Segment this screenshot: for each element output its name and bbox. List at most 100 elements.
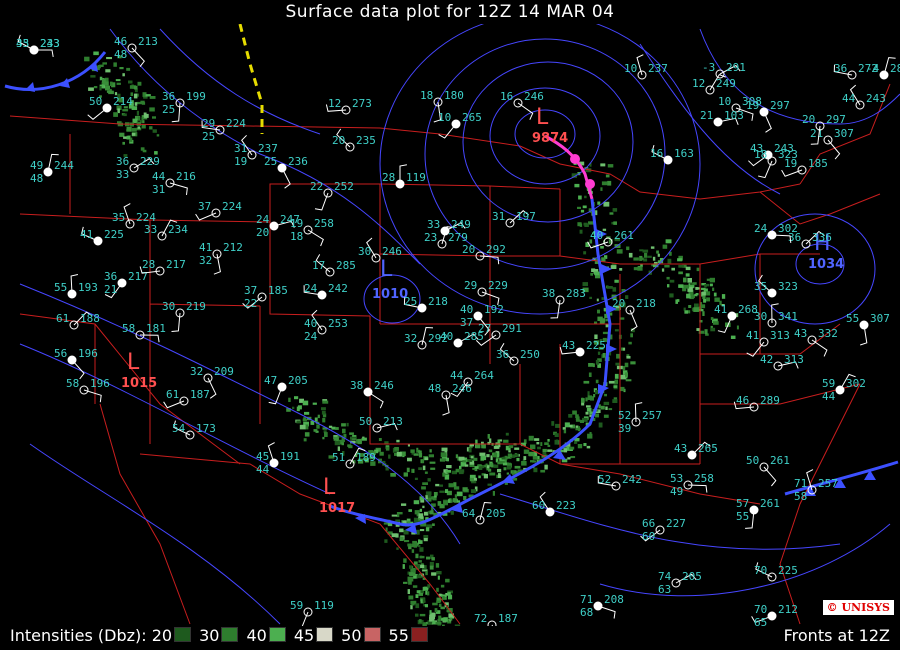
radar-echo bbox=[116, 82, 121, 85]
station-plot: 20 218 bbox=[612, 297, 656, 331]
station-pressure: 246 bbox=[524, 90, 544, 103]
station-temperature: 50 bbox=[359, 415, 372, 428]
radar-echo bbox=[596, 298, 599, 302]
station-pressure: 205 bbox=[288, 374, 308, 387]
radar-echo bbox=[399, 528, 404, 533]
radar-echo bbox=[445, 470, 451, 473]
station-pressure: 261 bbox=[760, 497, 780, 510]
fronts-label: Fronts at 12Z bbox=[783, 626, 890, 645]
radar-echo bbox=[102, 62, 107, 65]
station-pressure: 313 bbox=[770, 329, 790, 342]
radar-echo bbox=[589, 296, 592, 299]
radar-echo bbox=[587, 391, 590, 396]
station-pressure: 246 bbox=[374, 379, 394, 392]
radar-echo bbox=[342, 428, 346, 434]
station-pressure: 291 bbox=[502, 322, 522, 335]
station-temperature: 44 bbox=[152, 170, 166, 183]
station-dewpoint: 31 bbox=[152, 183, 165, 196]
page-title: Surface data plot for 12Z 14 MAR 04 bbox=[285, 2, 615, 22]
radar-echo bbox=[586, 405, 591, 408]
radar-echo bbox=[615, 362, 620, 366]
station-pressure: 291 bbox=[726, 61, 746, 74]
station-dewpoint: 37 bbox=[460, 316, 473, 329]
radar-echo bbox=[475, 444, 481, 449]
radar-echo bbox=[407, 457, 412, 462]
station-pressure: 244 bbox=[54, 159, 74, 172]
radar-echo bbox=[483, 474, 488, 479]
radar-echo bbox=[431, 572, 437, 576]
station-pressure: 237 bbox=[258, 142, 278, 155]
radar-echo bbox=[628, 341, 632, 345]
radar-echo bbox=[422, 482, 428, 485]
radar-echo bbox=[605, 318, 608, 322]
station-pressure: 235 bbox=[356, 134, 376, 147]
radar-echo bbox=[416, 590, 421, 594]
radar-echo bbox=[688, 305, 692, 308]
station-temperature: 41 bbox=[199, 241, 212, 254]
radar-echo bbox=[696, 328, 700, 331]
wind-barb bbox=[479, 255, 500, 265]
station-dewpoint: 21 bbox=[104, 283, 117, 296]
radar-echo bbox=[418, 619, 422, 623]
radar-echo bbox=[322, 417, 326, 423]
radar-echo bbox=[589, 432, 592, 437]
radar-echo bbox=[508, 450, 511, 453]
radar-echo bbox=[134, 102, 138, 106]
radar-echo bbox=[609, 212, 614, 215]
radar-echo bbox=[486, 454, 490, 458]
radar-echo bbox=[429, 461, 436, 464]
radar-echo bbox=[429, 610, 432, 615]
low-center-value: 9874 bbox=[532, 131, 568, 146]
radar-echo bbox=[622, 366, 626, 371]
station-plot: 58 181 bbox=[122, 322, 166, 343]
radar-echo bbox=[304, 432, 310, 437]
radar-echo bbox=[415, 594, 419, 598]
station-temperature: 46 bbox=[114, 35, 127, 48]
station-pressure: 336 bbox=[812, 231, 832, 244]
radar-echo bbox=[633, 257, 639, 261]
wind-barb bbox=[307, 229, 324, 247]
radar-echo bbox=[603, 414, 609, 418]
radar-echo bbox=[418, 592, 423, 596]
radar-echo bbox=[612, 287, 617, 292]
legend-swatch-20 bbox=[174, 627, 192, 642]
radar-echo bbox=[419, 613, 426, 617]
radar-echo bbox=[582, 282, 588, 287]
radar-echo bbox=[662, 244, 668, 249]
radar-echo bbox=[437, 618, 441, 622]
radar-echo bbox=[137, 126, 141, 129]
radar-echo bbox=[671, 267, 675, 271]
radar-echo bbox=[657, 253, 660, 257]
radar-echo bbox=[450, 511, 454, 515]
radar-echo bbox=[563, 429, 567, 434]
radar-echo bbox=[614, 329, 619, 332]
radar-echo bbox=[454, 494, 457, 498]
radar-echo bbox=[316, 424, 320, 429]
radar-echo bbox=[424, 457, 429, 460]
radar-echo bbox=[412, 585, 418, 588]
radar-echo bbox=[669, 279, 675, 283]
radar-echo bbox=[304, 411, 310, 415]
radar-echo bbox=[514, 465, 521, 469]
station-pressure: 185 bbox=[808, 157, 828, 170]
radar-echo bbox=[683, 284, 690, 289]
radar-echo bbox=[684, 310, 688, 314]
station-temperature: 61 bbox=[56, 312, 69, 325]
station-pressure: 217 bbox=[166, 258, 186, 271]
radar-echo bbox=[328, 425, 333, 428]
station-temperature: 41 bbox=[80, 228, 93, 241]
station-temperature: 55 bbox=[846, 312, 859, 325]
radar-echo bbox=[492, 452, 495, 456]
station-temperature: 25 bbox=[264, 155, 277, 168]
radar-echo bbox=[493, 464, 499, 468]
radar-echo bbox=[595, 413, 599, 418]
radar-echo bbox=[420, 564, 425, 568]
radar-echo bbox=[422, 586, 429, 591]
station-pressure: 189 bbox=[356, 451, 376, 464]
station-plot: 44 243 bbox=[842, 84, 886, 110]
station-temperature: 18 bbox=[754, 148, 767, 161]
radar-echo bbox=[512, 470, 515, 475]
radar-echo bbox=[442, 472, 446, 477]
radar-echo bbox=[696, 267, 700, 272]
station-plot: 38 246 bbox=[350, 379, 394, 409]
